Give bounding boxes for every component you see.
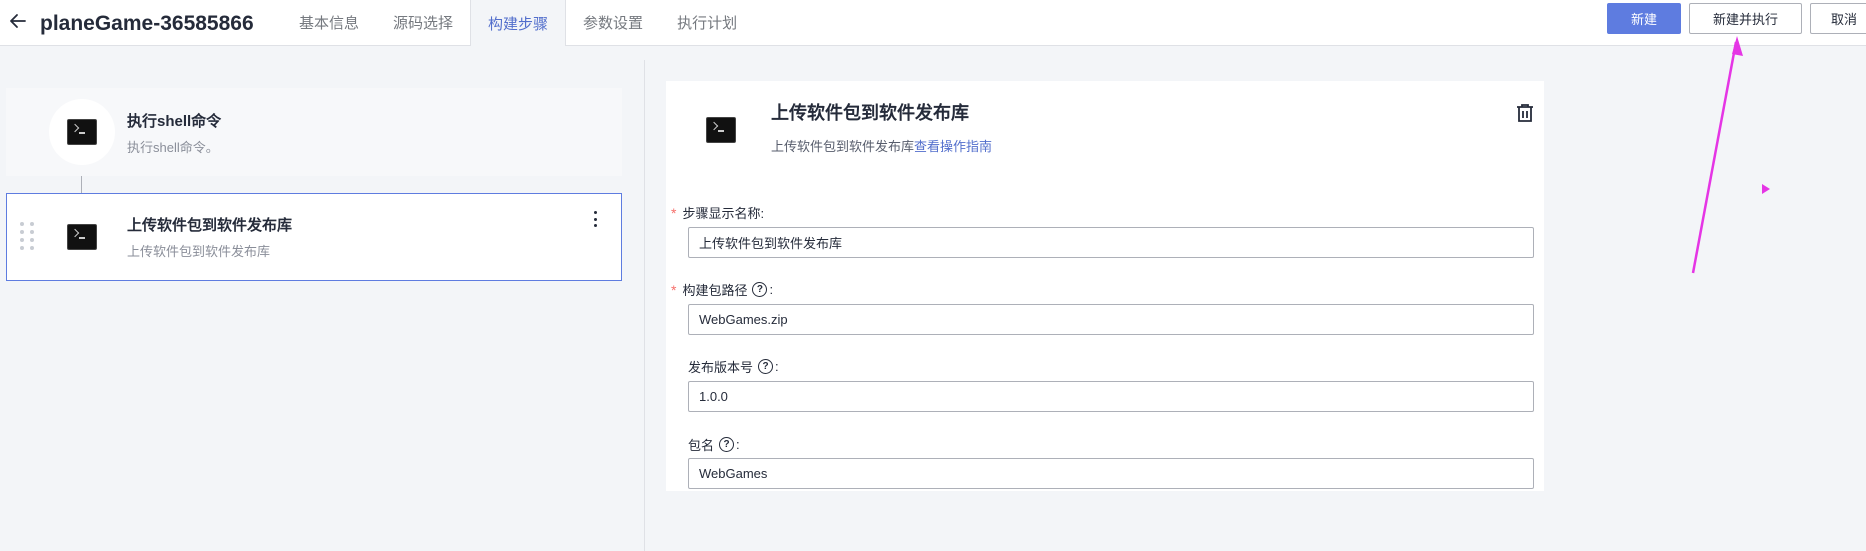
arrow-left-icon	[10, 14, 26, 28]
trash-icon	[1517, 104, 1533, 122]
step-connector	[81, 176, 82, 193]
step-card-shell[interactable]: 执行shell命令 执行shell命令。	[6, 88, 622, 176]
tab-schedule[interactable]: 执行计划	[660, 0, 754, 45]
guide-link[interactable]: 查看操作指南	[914, 139, 992, 154]
step-name: 执行shell命令	[127, 113, 222, 130]
tab-build-steps[interactable]: 构建步骤	[470, 0, 567, 46]
field-label-package-name: 包名?:	[688, 437, 740, 453]
new-button[interactable]: 新建	[1607, 3, 1681, 34]
drag-handle-icon[interactable]	[20, 222, 34, 254]
version-input[interactable]	[688, 381, 1534, 412]
step-config-form: 上传软件包到软件发布库 上传软件包到软件发布库查看操作指南 *步骤显示名称: *…	[666, 81, 1544, 491]
step-name-input[interactable]	[688, 227, 1534, 258]
header: planeGame-36585866 基本信息 源码选择 构建步骤 参数设置 执…	[0, 0, 1866, 46]
field-label-step-name: * 步骤显示名称:	[671, 204, 765, 222]
delete-step-button[interactable]	[1515, 102, 1535, 124]
terminal-icon	[67, 224, 97, 250]
help-icon[interactable]: ?	[758, 359, 774, 374]
page-title: planeGame-36585866	[40, 12, 254, 35]
step-icon-container	[49, 204, 115, 270]
tab-basic-info[interactable]: 基本信息	[282, 0, 376, 45]
tab-parameters[interactable]: 参数设置	[566, 0, 660, 45]
tab-bar: 基本信息 源码选择 构建步骤 参数设置 执行计划	[282, 0, 754, 46]
more-options-icon[interactable]	[587, 208, 603, 230]
required-mark: *	[671, 204, 677, 221]
package-path-input[interactable]	[688, 304, 1534, 335]
step-description: 上传软件包到软件发布库	[127, 244, 271, 259]
step-name: 上传软件包到软件发布库	[127, 217, 293, 234]
field-label-version: 发布版本号?:	[688, 359, 779, 375]
form-icon-container	[690, 99, 752, 161]
step-description: 执行shell命令。	[127, 140, 219, 155]
cancel-button[interactable]: 取消	[1810, 3, 1866, 34]
tab-source[interactable]: 源码选择	[376, 0, 470, 45]
help-icon[interactable]: ?	[719, 437, 735, 452]
required-mark: *	[671, 281, 677, 298]
terminal-icon	[67, 119, 97, 145]
form-subtitle: 上传软件包到软件发布库查看操作指南	[771, 136, 992, 155]
package-name-input[interactable]	[688, 458, 1534, 489]
step-icon-container	[49, 99, 115, 165]
step-card-upload[interactable]: 上传软件包到软件发布库 上传软件包到软件发布库	[6, 193, 622, 281]
form-title: 上传软件包到软件发布库	[771, 103, 969, 123]
back-button[interactable]	[6, 9, 30, 33]
new-and-run-button[interactable]: 新建并执行	[1689, 3, 1802, 34]
panel-divider	[644, 60, 645, 551]
help-icon[interactable]: ?	[752, 282, 768, 297]
terminal-icon	[706, 117, 736, 143]
form-subtitle-text: 上传软件包到软件发布库	[771, 139, 915, 154]
annotation-arrow	[1691, 36, 1770, 274]
field-label-package-path: * 构建包路径?:	[671, 281, 774, 299]
